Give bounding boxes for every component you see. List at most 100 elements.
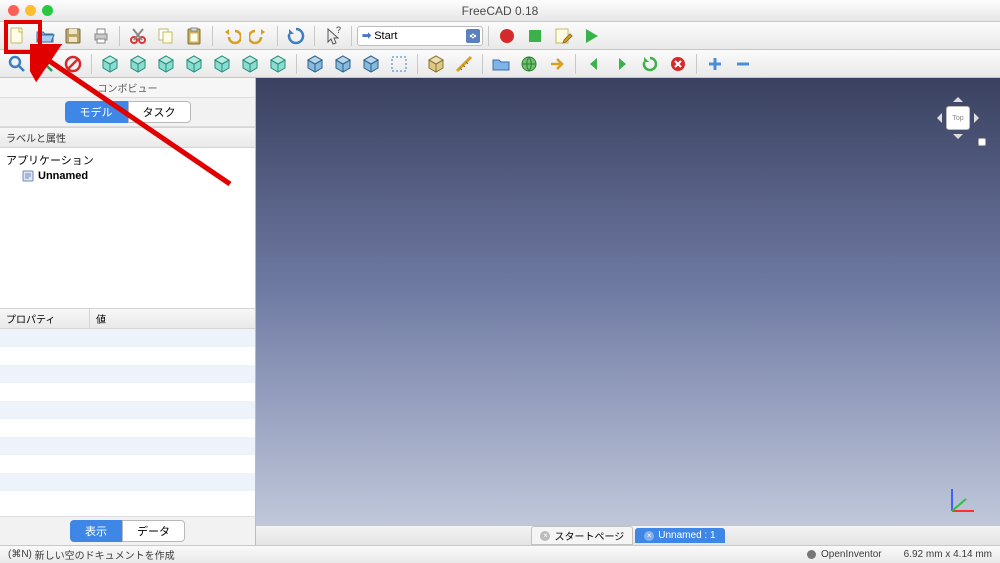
close-tab-icon[interactable]: × xyxy=(644,531,654,541)
nav-fwd-button[interactable] xyxy=(609,52,635,76)
measure-button[interactable] xyxy=(451,52,477,76)
globe-icon xyxy=(519,54,539,74)
undo-icon xyxy=(221,26,241,46)
box-1-icon xyxy=(305,54,325,74)
viewport-tab-startpage[interactable]: × スタートページ xyxy=(531,526,633,545)
zoom-window-icon[interactable] xyxy=(42,5,53,16)
workbench-arrow-icon: ➡ xyxy=(362,29,371,42)
copy-button[interactable] xyxy=(153,24,179,48)
navcube-right-icon[interactable] xyxy=(974,113,984,123)
box-3-icon xyxy=(361,54,381,74)
right-view-button[interactable] xyxy=(181,52,207,76)
front-view-button[interactable] xyxy=(125,52,151,76)
nav-back-button[interactable] xyxy=(581,52,607,76)
workbench-selector[interactable]: ➡ Start xyxy=(357,26,483,46)
save-file-button[interactable] xyxy=(60,24,86,48)
print-icon xyxy=(91,26,111,46)
top-view-button[interactable] xyxy=(153,52,179,76)
svg-text:?: ? xyxy=(336,26,341,35)
tab-task[interactable]: タスク xyxy=(128,101,191,123)
folder-button[interactable] xyxy=(488,52,514,76)
play-button[interactable] xyxy=(578,24,604,48)
tab-view[interactable]: 表示 xyxy=(70,520,122,542)
redo-button[interactable] xyxy=(246,24,272,48)
copy-icon xyxy=(156,26,176,46)
zoom-out-button[interactable] xyxy=(730,52,756,76)
document-tree[interactable]: アプリケーション Unnamed xyxy=(0,148,255,308)
globe-button[interactable] xyxy=(516,52,542,76)
cut-icon xyxy=(128,26,148,46)
cut-button[interactable] xyxy=(125,24,151,48)
fit-all-button[interactable] xyxy=(4,52,30,76)
toolbar-separator xyxy=(119,26,120,46)
property-grid[interactable] xyxy=(0,329,255,516)
select-box-button[interactable] xyxy=(386,52,412,76)
macro-edit-icon xyxy=(553,26,573,46)
right-view-icon xyxy=(184,54,204,74)
toolbar-separator xyxy=(696,54,697,74)
navcube-left-icon[interactable] xyxy=(932,113,942,123)
new-file-icon xyxy=(7,26,27,46)
toolbar-separator xyxy=(482,54,483,74)
window-title: FreeCAD 0.18 xyxy=(462,4,539,18)
nav-fwd-icon xyxy=(612,54,632,74)
close-window-icon[interactable] xyxy=(8,5,19,16)
pointer-button[interactable]: ? xyxy=(320,24,346,48)
zoom-out-icon xyxy=(733,54,753,74)
nav-stop-button[interactable] xyxy=(665,52,691,76)
viewport-tab-document[interactable]: × Unnamed : 1 xyxy=(635,528,724,543)
status-renderer[interactable]: OpenInventor xyxy=(821,549,882,560)
open-file-button[interactable] xyxy=(32,24,58,48)
navcube-face[interactable]: Top xyxy=(946,106,970,130)
paste-button[interactable] xyxy=(181,24,207,48)
no-entry-button[interactable] xyxy=(60,52,86,76)
property-col-name: プロパティ xyxy=(0,309,90,328)
workbench-dropdown-icon[interactable] xyxy=(466,29,480,43)
nav-reload-button[interactable] xyxy=(637,52,663,76)
back-view-button[interactable] xyxy=(209,52,235,76)
navcube-up-icon[interactable] xyxy=(953,92,963,102)
navcube-down-icon[interactable] xyxy=(953,134,963,144)
box-3-button[interactable] xyxy=(358,52,384,76)
close-tab-icon[interactable]: × xyxy=(540,531,550,541)
tab-model[interactable]: モデル xyxy=(65,101,128,123)
left-view-icon xyxy=(268,54,288,74)
paste-icon xyxy=(184,26,204,46)
3d-viewport[interactable]: Top × スタートページ × Unnamed : 1 xyxy=(256,78,1000,545)
main-toolbar: ? ➡ Start xyxy=(0,22,1000,50)
left-view-button[interactable] xyxy=(265,52,291,76)
open-file-icon xyxy=(35,26,55,46)
record-button[interactable] xyxy=(494,24,520,48)
box-2-button[interactable] xyxy=(330,52,356,76)
undo-button[interactable] xyxy=(218,24,244,48)
zoom-in-button[interactable] xyxy=(702,52,728,76)
refresh-icon xyxy=(286,26,306,46)
tree-root[interactable]: アプリケーション xyxy=(6,151,249,169)
minimize-window-icon[interactable] xyxy=(25,5,36,16)
stop-button[interactable] xyxy=(522,24,548,48)
navcube-menu-icon[interactable] xyxy=(978,138,986,146)
new-file-button[interactable] xyxy=(4,24,30,48)
box-1-button[interactable] xyxy=(302,52,328,76)
print-button[interactable] xyxy=(88,24,114,48)
bottom-view-button[interactable] xyxy=(237,52,263,76)
combo-view-top-tabs: モデル タスク xyxy=(0,98,255,127)
status-bar: (⌘N) 新しい空のドキュメントを作成 OpenInventor 6.92 mm… xyxy=(0,545,1000,563)
property-bottom-tabs: 表示 データ xyxy=(0,516,255,545)
iso-view-button[interactable] xyxy=(97,52,123,76)
window-traffic-lights[interactable] xyxy=(8,5,53,16)
part-iso-button[interactable] xyxy=(423,52,449,76)
fit-selection-button[interactable] xyxy=(32,52,58,76)
select-box-icon xyxy=(389,54,409,74)
macro-edit-button[interactable] xyxy=(550,24,576,48)
arrow-right-button[interactable] xyxy=(544,52,570,76)
part-iso-icon xyxy=(426,54,446,74)
view-toolbar xyxy=(0,50,1000,78)
viewport-tab-label: スタートページ xyxy=(554,528,624,543)
tab-data[interactable]: データ xyxy=(122,520,185,542)
tree-document[interactable]: Unnamed xyxy=(6,169,249,183)
zoom-in-icon xyxy=(705,54,725,74)
refresh-button[interactable] xyxy=(283,24,309,48)
navigation-cube[interactable]: Top xyxy=(928,88,988,148)
toolbar-separator xyxy=(575,54,576,74)
